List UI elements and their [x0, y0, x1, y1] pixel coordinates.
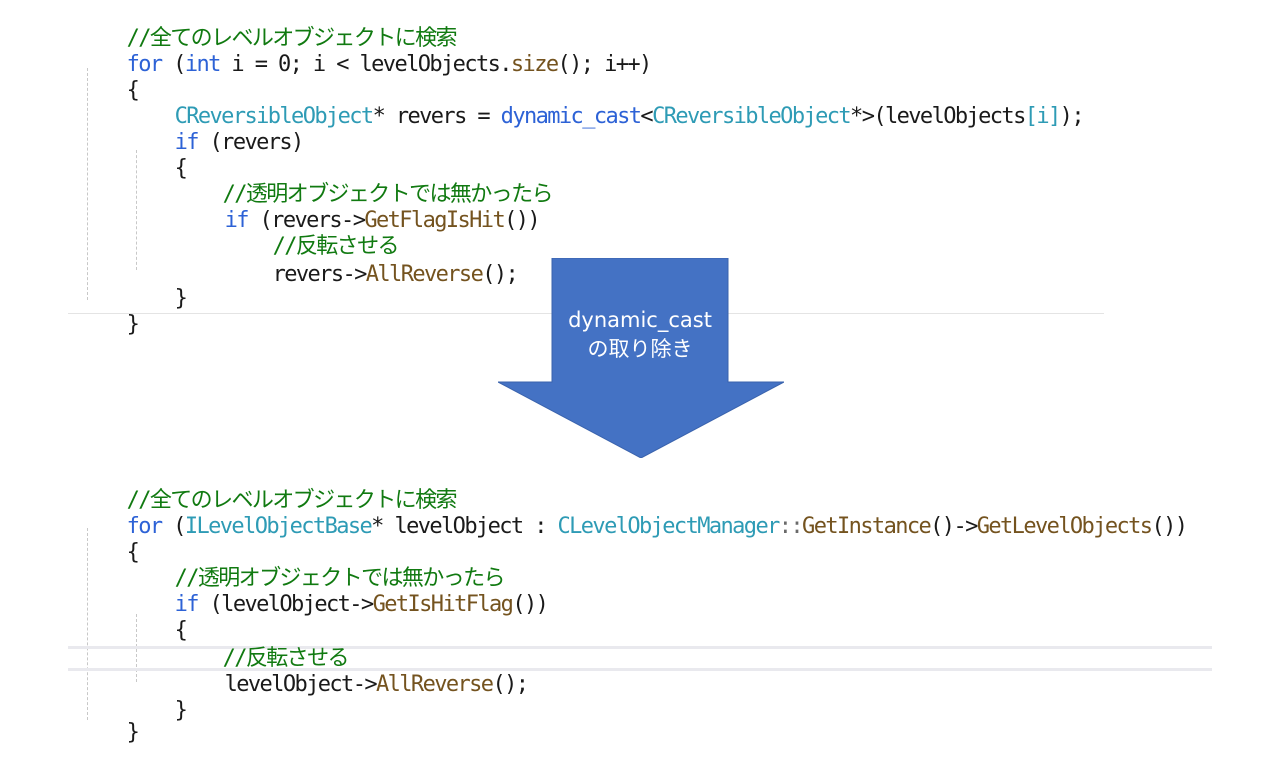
function-getlevelobjects: GetLevelObjects	[976, 514, 1153, 539]
code-line: CReversibleObject* revers = dynamic_cast…	[174, 104, 1085, 129]
function-allreverse: AllReverse	[375, 672, 494, 697]
function-getishitflag: GetIsHitFlag	[372, 592, 514, 617]
type-creversibleobject: CReversibleObject	[652, 104, 852, 129]
arrow-label: dynamic_cast の取り除き	[552, 306, 728, 364]
keyword-int: int	[184, 52, 222, 77]
code-line: //反転させる	[176, 620, 350, 671]
code-line: {	[174, 618, 188, 643]
code-line: //全てのレベルオブジェクトに検索	[80, 0, 458, 51]
code-line: for (int i = 0; i < levelObjects.size();…	[126, 52, 653, 77]
code-line: //全てのレベルオブジェクトに検索	[80, 462, 458, 513]
code-line: {	[126, 540, 140, 565]
function-allreverse: AllReverse	[365, 262, 484, 287]
code-line: {	[174, 156, 188, 181]
code-line: if (levelObject->GetIsHitFlag())	[174, 592, 549, 617]
code-line: //透明オブジェクトでは無かったら	[176, 156, 554, 207]
code-line: for (ILevelObjectBase* levelObject : CLe…	[126, 514, 1188, 539]
down-arrow-icon: dynamic_cast の取り除き	[498, 258, 784, 458]
code-line: levelObject->AllReverse();	[224, 672, 529, 697]
code-line: if (revers->GetFlagIsHit())	[224, 208, 541, 233]
code-line: revers->AllReverse();	[272, 262, 519, 287]
code-line: }	[126, 720, 140, 745]
code-line: //透明オブジェクトでは無かったら	[128, 540, 506, 591]
code-line: if (revers)	[174, 130, 305, 155]
code-line: //反転させる	[226, 208, 400, 259]
arrow-label-line2: の取り除き	[587, 337, 693, 361]
code-line: {	[126, 78, 140, 103]
code-line: }	[126, 312, 140, 337]
function-getinstance: GetInstance	[802, 514, 932, 539]
type-clevelobjectmanager: CLevelObjectManager	[557, 514, 780, 539]
keyword-dynamic-cast: dynamic_cast	[500, 104, 642, 129]
type-ilevelobjectbase: ILevelObjectBase	[184, 514, 373, 539]
function-size: size	[510, 52, 559, 77]
code-line: }	[174, 286, 188, 311]
arrow-label-line1: dynamic_cast	[568, 308, 712, 332]
